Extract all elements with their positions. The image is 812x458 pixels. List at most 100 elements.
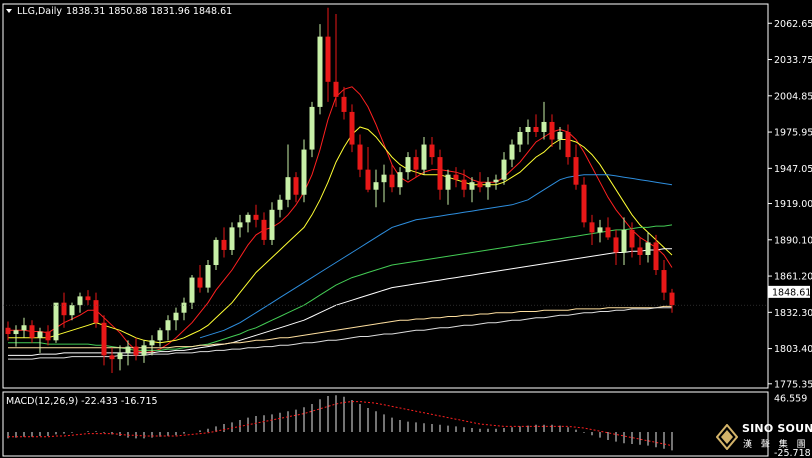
candle-body — [181, 302, 187, 313]
candle-body — [501, 159, 507, 180]
candle-body — [461, 179, 467, 190]
candle-body — [421, 144, 427, 170]
candle[interactable] — [53, 302, 59, 343]
symbol-timeframe: LLG,Daily — [17, 6, 62, 17]
candle-body — [325, 36, 331, 82]
candle-body — [453, 174, 459, 180]
chart-header: LLG,Daily 1838.31 1850.88 1831.96 1848.6… — [6, 6, 232, 17]
chart-background — [0, 0, 812, 458]
candle-body — [93, 300, 99, 323]
candle-body — [581, 184, 587, 223]
candle-body — [629, 229, 635, 248]
candle-body — [397, 172, 403, 188]
candle-body — [637, 247, 643, 255]
candle-body — [61, 302, 67, 316]
price-tick-label: 2004.85 — [774, 91, 812, 102]
candle-body — [213, 239, 219, 266]
candle-body — [77, 296, 83, 306]
candle-body — [477, 182, 483, 188]
sino-sound-logo: SINO SOUND 漢 聲 集 團 — [716, 420, 812, 456]
ohlc-values: 1838.31 1850.88 1831.96 1848.61 — [66, 6, 232, 17]
candle-body — [645, 242, 651, 255]
candle[interactable] — [317, 24, 323, 115]
candle-body — [157, 330, 163, 341]
candle-body — [413, 157, 419, 170]
candle-body — [165, 320, 171, 331]
candle-body — [661, 270, 667, 293]
candle-body — [525, 126, 531, 132]
candle-body — [341, 96, 347, 112]
candle-body — [245, 214, 251, 223]
candle-body — [277, 199, 283, 210]
candle[interactable] — [309, 101, 315, 158]
candle-body — [221, 239, 227, 250]
candle-body — [613, 237, 619, 253]
macd-tick-label: 46.559 — [774, 394, 807, 405]
candle-body — [557, 132, 563, 140]
candle-body — [349, 111, 355, 145]
candle-body — [109, 355, 115, 360]
logo-brand-cn: 漢 聲 集 團 — [743, 440, 809, 450]
candle-body — [485, 182, 491, 188]
candle-body — [469, 182, 475, 190]
price-tick-label: 2033.75 — [774, 55, 812, 66]
candle-body — [357, 144, 363, 170]
candle-body — [285, 177, 291, 200]
candle-body — [333, 81, 339, 97]
logo-brand: SINO SOUND — [742, 422, 812, 435]
candle-body — [309, 106, 315, 150]
current-price-label: 1848.61 — [772, 287, 811, 298]
candle-body — [365, 169, 371, 190]
candle-body — [429, 144, 435, 158]
candle-body — [53, 302, 59, 341]
candle-body — [269, 209, 275, 240]
candle-body — [437, 157, 443, 190]
diamond-logo-icon — [716, 424, 738, 450]
candle-body — [493, 179, 499, 183]
candle-body — [405, 157, 411, 173]
candle-body — [45, 331, 51, 341]
candle-body — [669, 292, 675, 306]
price-tick-label: 1890.10 — [774, 235, 812, 246]
candle-body — [573, 157, 579, 185]
candle-body — [101, 322, 107, 356]
price-tick-label: 1775.35 — [774, 379, 812, 390]
candle-body — [597, 227, 603, 233]
candle-body — [133, 346, 139, 356]
price-tick-label: 1832.30 — [774, 308, 812, 319]
price-chart[interactable]: 2062.65 2033.75 2004.85 1975.95 1947.05 1919.… — [0, 0, 812, 458]
candle-body — [13, 330, 19, 335]
candle-body — [29, 325, 35, 338]
candle-body — [189, 277, 195, 303]
candle-body — [621, 229, 627, 253]
price-tick-label: 1947.05 — [774, 164, 812, 175]
candle-body — [21, 325, 27, 331]
candle-body — [445, 174, 451, 190]
candle-body — [373, 182, 379, 190]
candle-body — [237, 222, 243, 228]
price-tick-label: 1919.00 — [774, 199, 812, 210]
candle-body — [197, 277, 203, 288]
candle-body — [565, 132, 571, 158]
candle-body — [253, 214, 259, 220]
candle-body — [229, 227, 235, 250]
candle-body — [317, 36, 323, 107]
candle-body — [37, 331, 43, 338]
candle-body — [541, 121, 547, 132]
candle-body — [533, 126, 539, 132]
candle-body — [381, 174, 387, 183]
candle-body — [301, 149, 307, 195]
candle-body — [509, 144, 515, 160]
candle-body — [549, 121, 555, 140]
price-tick-label: 1975.95 — [774, 128, 812, 139]
candle-body — [605, 227, 611, 238]
candle-body — [517, 132, 523, 145]
macd-label: MACD(12,26,9) -22.433 -16.715 — [6, 396, 158, 407]
candle-body — [141, 345, 147, 356]
price-tick-label: 1861.20 — [774, 272, 812, 283]
candle-body — [589, 222, 595, 233]
price-tick-label: 2062.65 — [774, 19, 812, 30]
candle-body — [69, 305, 75, 316]
candle-body — [653, 242, 659, 271]
candle-body — [293, 177, 299, 195]
